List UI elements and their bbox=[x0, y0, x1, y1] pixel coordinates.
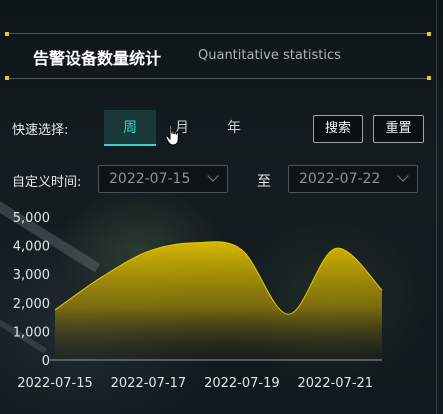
start-date-value: 2022-07-15 bbox=[109, 171, 191, 187]
start-date-picker[interactable]: 2022-07-15 bbox=[98, 165, 228, 193]
corner-marker bbox=[5, 76, 9, 80]
date-separator: 至 bbox=[257, 174, 271, 190]
alarm-device-count-chart: 0 1,000 2,000 3,000 4,000 5,000 2022-07-15 202… bbox=[13, 211, 383, 391]
x-tick-label: 2022-07-15 bbox=[17, 376, 93, 391]
y-tick-label: 0 bbox=[42, 354, 50, 369]
y-tick-label: 1,000 bbox=[13, 325, 50, 340]
panel-subtitle: Quantitative statistics bbox=[198, 48, 341, 63]
area-series bbox=[55, 241, 382, 360]
y-tick-label: 5,000 bbox=[13, 211, 50, 226]
hand-cursor-icon bbox=[165, 124, 179, 146]
y-tick-label: 3,000 bbox=[13, 268, 50, 283]
chevron-down-icon bbox=[397, 170, 409, 182]
end-date-value: 2022-07-22 bbox=[299, 171, 381, 187]
chevron-down-icon bbox=[207, 170, 219, 182]
tab-month[interactable]: 月 bbox=[156, 110, 208, 146]
y-tick-label: 4,000 bbox=[13, 240, 50, 255]
search-button[interactable]: 搜索 bbox=[313, 115, 363, 143]
end-date-picker[interactable]: 2022-07-22 bbox=[288, 165, 418, 193]
corner-marker bbox=[427, 32, 431, 36]
corner-marker bbox=[5, 32, 9, 36]
panel-title: 告警设备数量统计 bbox=[33, 49, 162, 68]
tab-year[interactable]: 年 bbox=[208, 110, 260, 146]
panel-header: 告警设备数量统计 Quantitative statistics bbox=[5, 32, 431, 80]
tab-week[interactable]: 周 bbox=[104, 110, 156, 146]
x-tick-label: 2022-07-17 bbox=[111, 376, 187, 391]
reset-button[interactable]: 重置 bbox=[373, 115, 424, 143]
quick-select-label: 快速选择: bbox=[12, 123, 69, 138]
custom-time-label: 自定义时间: bbox=[12, 175, 82, 190]
corner-marker bbox=[427, 76, 431, 80]
x-tick-label: 2022-07-21 bbox=[298, 376, 374, 391]
x-tick-label: 2022-07-19 bbox=[204, 376, 280, 391]
y-tick-label: 2,000 bbox=[13, 297, 50, 312]
